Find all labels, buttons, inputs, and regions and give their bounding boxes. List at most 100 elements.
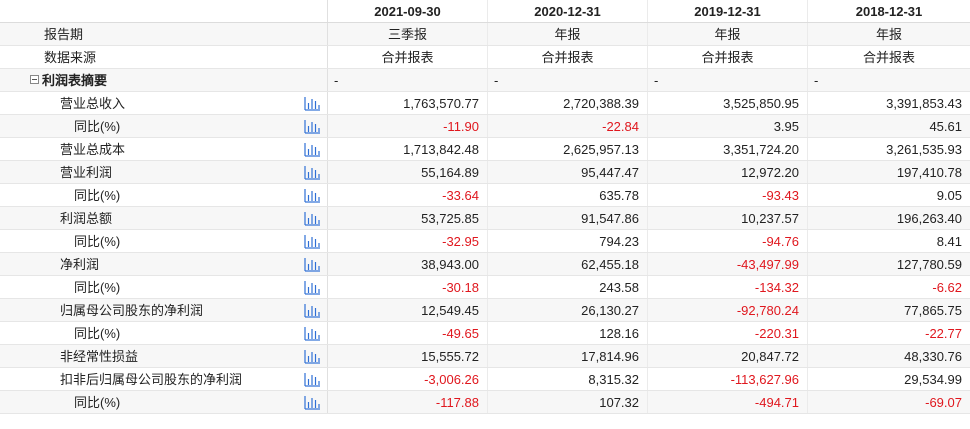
header-icon-cell (298, 0, 328, 22)
row-value: -30.18 (328, 276, 488, 298)
table-row: 扣非后归属母公司股东的净利润 -3,006.26 8,315.32 -113,627.… (0, 368, 970, 391)
row-label: 营业总成本 (60, 142, 126, 157)
table-row: 同比(%) -32.95 794.23 -94.76 8.41 (0, 230, 970, 253)
table-row: 同比(%) -33.64 635.78 -93.43 9.05 (0, 184, 970, 207)
row-value: -494.71 (648, 391, 808, 413)
row-value: -22.77 (925, 326, 962, 341)
bar-chart-icon[interactable] (298, 391, 328, 413)
bar-chart-icon[interactable] (298, 345, 328, 367)
row-label: 同比(%) (74, 188, 121, 203)
table-row: 非经常性损益 15,555.72 17,814.96 20,847.72 48,330.… (0, 345, 970, 368)
row-value: -220.31 (648, 322, 808, 344)
row-value: 12,549.45 (328, 299, 488, 321)
table-row: 同比(%) -49.65 128.16 -220.31 -22.77 (0, 322, 970, 345)
table-row: 同比(%) -117.88 107.32 -494.71 -69.07 (0, 391, 970, 414)
meta-row: 报告期 三季报 年报 年报 年报 (0, 23, 970, 46)
bar-chart-icon[interactable] (298, 161, 328, 183)
row-label: 同比(%) (74, 395, 121, 410)
row-label: 净利润 (60, 257, 100, 272)
row-value: -33.64 (328, 184, 488, 206)
row-value: 3,525,850.95 (648, 92, 808, 114)
row-value: 128.16 (488, 322, 648, 344)
row-label: 归属母公司股东的净利润 (60, 303, 204, 318)
row-value: 107.32 (488, 391, 648, 413)
bar-chart-icon[interactable] (298, 92, 328, 114)
bar-chart-icon[interactable] (298, 138, 328, 160)
row-label: 利润总额 (60, 211, 113, 226)
row-value: 38,943.00 (328, 253, 488, 275)
row-value: 127,780.59 (896, 257, 962, 272)
row-value: -69.07 (925, 395, 962, 410)
row-value: 3.95 (648, 115, 808, 137)
row-value: 20,847.72 (648, 345, 808, 367)
row-value: 53,725.85 (328, 207, 488, 229)
row-value: 15,555.72 (328, 345, 488, 367)
period-header[interactable]: 2021-09-30 (328, 0, 488, 22)
row-value: 45.61 (929, 119, 962, 134)
row-value: 91,547.86 (488, 207, 648, 229)
row-value: -32.95 (328, 230, 488, 252)
row-value: 9.05 (936, 188, 962, 203)
period-header[interactable]: 2020-12-31 (488, 0, 648, 22)
icon-cell (298, 69, 328, 91)
meta-value: 年报 (875, 27, 902, 42)
row-value: 55,164.89 (328, 161, 488, 183)
table-row: 营业总成本 1,713,842.48 2,625,957.13 3,351,724.2… (0, 138, 970, 161)
row-value: 794.23 (488, 230, 648, 252)
section-label-cell: 利润表摘要 (0, 69, 298, 91)
row-value: 197,410.78 (896, 165, 962, 180)
bar-chart-icon[interactable] (298, 368, 328, 390)
row-label: 同比(%) (74, 119, 121, 134)
row-value: 2,625,957.13 (488, 138, 648, 160)
row-label: 数据来源 (44, 50, 97, 65)
row-value: -117.88 (328, 391, 488, 413)
row-label: 营业利润 (60, 165, 113, 180)
row-value: 77,865.75 (904, 303, 962, 318)
meta-value: 合并报表 (648, 46, 808, 68)
row-value: -93.43 (648, 184, 808, 206)
bar-chart-icon[interactable] (298, 184, 328, 206)
meta-value: 年报 (488, 23, 648, 45)
meta-value: 合并报表 (328, 46, 488, 68)
meta-row: 数据来源 合并报表 合并报表 合并报表 合并报表 (0, 46, 970, 69)
bar-chart-icon[interactable] (298, 207, 328, 229)
row-value: 12,972.20 (648, 161, 808, 183)
section-title: 利润表摘要 (42, 73, 108, 88)
row-value: -92,780.24 (648, 299, 808, 321)
meta-value: 三季报 (328, 23, 488, 45)
row-value: -94.76 (648, 230, 808, 252)
bar-chart-icon[interactable] (298, 322, 328, 344)
section-value: - (488, 69, 648, 91)
row-value: 62,455.18 (488, 253, 648, 275)
meta-value: 年报 (648, 23, 808, 45)
table-row: 净利润 38,943.00 62,455.18 -43,497.99 127,780.5… (0, 253, 970, 276)
row-value: 26,130.27 (488, 299, 648, 321)
row-label: 非经常性损益 (60, 349, 139, 364)
table-row: 同比(%) -30.18 243.58 -134.32 -6.62 (0, 276, 970, 299)
period-header[interactable]: 2018-12-31 (808, 0, 970, 22)
section-value: - (648, 69, 808, 91)
income-statement-table: 2021-09-30 2020-12-31 2019-12-31 2018-12-31… (0, 0, 970, 414)
period-header[interactable]: 2019-12-31 (648, 0, 808, 22)
row-value: 1,763,570.77 (328, 92, 488, 114)
meta-value: 合并报表 (862, 50, 915, 65)
bar-chart-icon[interactable] (298, 253, 328, 275)
row-label: 同比(%) (74, 326, 121, 341)
collapse-minus-icon[interactable] (30, 75, 39, 84)
row-value: 2,720,388.39 (488, 92, 648, 114)
row-value: -6.62 (932, 280, 962, 295)
row-label: 扣非后归属母公司股东的净利润 (60, 372, 243, 387)
bar-chart-icon[interactable] (298, 276, 328, 298)
row-value: 8,315.32 (488, 368, 648, 390)
section-row: 利润表摘要 - - - - (0, 69, 970, 92)
section-value: - (328, 69, 488, 91)
row-value: 635.78 (488, 184, 648, 206)
table-row: 营业利润 55,164.89 95,447.47 12,972.20 197,410.7… (0, 161, 970, 184)
bar-chart-icon[interactable] (298, 299, 328, 321)
bar-chart-icon[interactable] (298, 230, 328, 252)
row-value: -22.84 (488, 115, 648, 137)
bar-chart-icon[interactable] (298, 115, 328, 137)
row-value: -43,497.99 (648, 253, 808, 275)
row-value: -134.32 (648, 276, 808, 298)
row-label: 报告期 (44, 27, 84, 42)
